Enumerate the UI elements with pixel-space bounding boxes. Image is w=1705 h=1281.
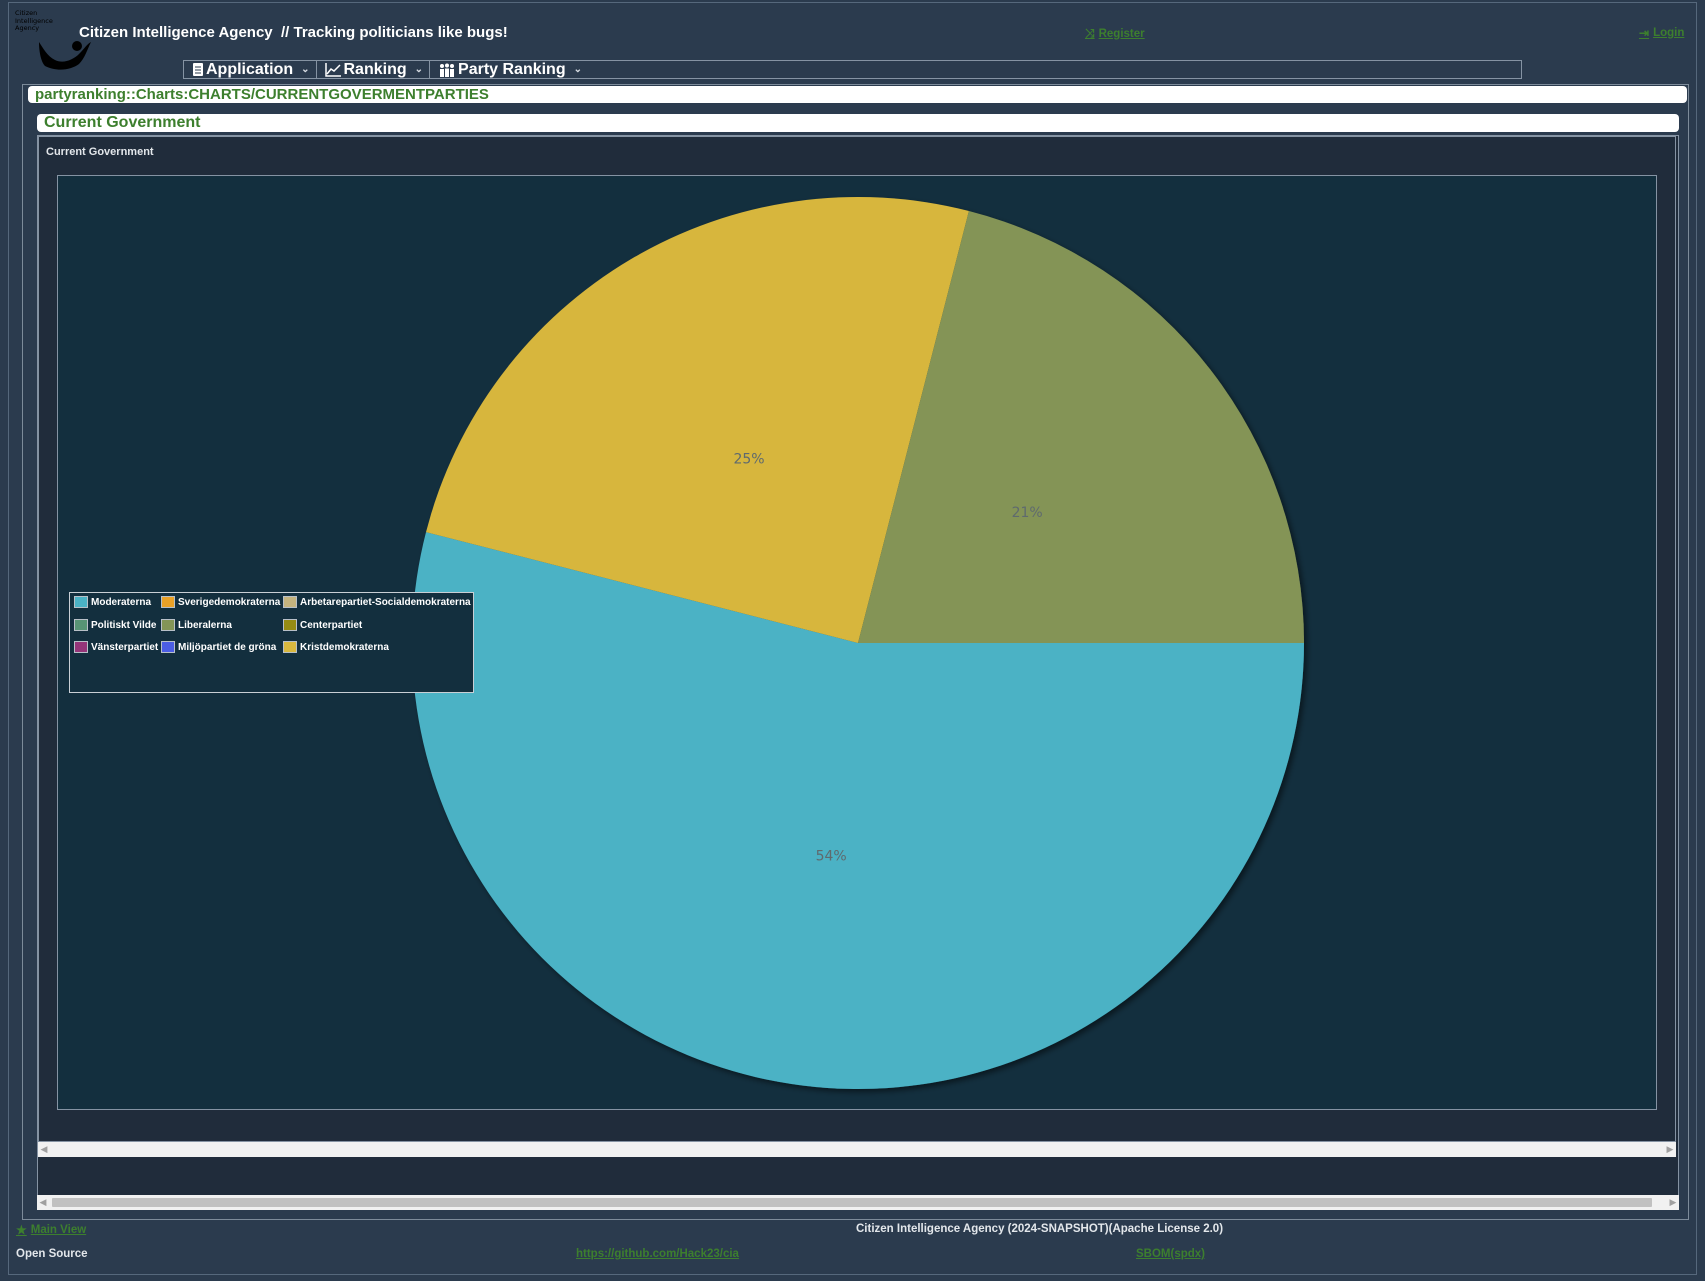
legend-label: Politiskt Vilde [91,619,157,631]
pie-slice-label: 25% [733,452,764,468]
register-link[interactable]: ⤨ Register [1085,26,1145,41]
star-icon: ★ [16,1223,27,1237]
legend-swatch [283,596,297,608]
pie-slice-label: 54% [816,848,847,864]
chart-legend: Moderaterna Sverigedemokraterna Arbetarepa… [69,592,474,693]
legend-item[interactable]: Sverigedemokraterna [161,596,280,608]
legend-item[interactable]: Vänsterpartiet [74,641,158,653]
legend-label: Centerpartiet [300,619,363,631]
legend-swatch [74,641,88,653]
breadcrumb: partyranking::Charts:CHARTS/CURRENTGOVER… [28,86,1687,103]
legend-item[interactable]: Arbetarepartiet-Socialdemokraterna [283,596,471,608]
legend-label: Moderaterna [91,596,152,608]
group-icon [440,63,455,77]
menu-ranking-label: Ranking [343,60,407,78]
chart-caption: Current Government [46,146,154,158]
line-chart-icon [324,62,341,77]
chevron-down-icon: ⌄ [573,64,582,75]
menu-party-ranking[interactable]: Party Ranking ⌄ [430,61,588,78]
register-label: Register [1098,27,1145,40]
sbom-link[interactable]: SBOM(spdx) [1136,1248,1205,1260]
legend-swatch [161,596,175,608]
pie-slice-label: 21% [1012,505,1043,521]
main-view-link[interactable]: ★ Main View [16,1223,86,1237]
legend-swatch [283,641,297,653]
legend-label: Vänsterpartiet [91,641,159,653]
chart-horizontal-scrollbar[interactable]: ◀ ▶ [38,1142,1676,1157]
github-link[interactable]: https://github.com/Hack23/cia [576,1248,739,1260]
logo-text: Citizen Intelligence Agency [15,9,53,32]
app-title: Citizen Intelligence Agency // Tracking … [79,24,508,41]
menu-application-label: Application [206,60,294,78]
legend-label: Sverigedemokraterna [178,596,281,608]
legend-item[interactable]: Liberalerna [161,619,232,631]
legend-swatch [161,619,175,631]
legend-label: Liberalerna [178,619,232,631]
legend-swatch [74,596,88,608]
legend-swatch [283,619,297,631]
scrollbar-thumb[interactable] [52,1198,1652,1207]
shuffle-icon: ⤨ [1085,26,1095,40]
sbom-link-label: SBOM(spdx) [1136,1248,1205,1260]
scroll-left-icon[interactable]: ◀ [37,1195,49,1210]
legend-item[interactable]: Miljöpartiet de gröna [161,641,276,653]
github-link-label: https://github.com/Hack23/cia [576,1248,739,1260]
login-label: Login [1653,27,1685,39]
scroll-right-icon[interactable]: ▶ [1664,1142,1676,1157]
document-icon [193,63,203,76]
sign-in-icon: ⇥ [1639,26,1650,40]
legend-item[interactable]: Kristdemokraterna [283,641,389,653]
login-link[interactable]: ⇥ Login [1639,26,1684,40]
menu-application[interactable]: Application ⌄ [184,61,317,78]
menu-party-ranking-label: Party Ranking [458,60,566,78]
legend-item[interactable]: Moderaterna [74,596,151,608]
chevron-down-icon: ⌄ [301,64,310,75]
legend-swatch [161,641,175,653]
version-text: Citizen Intelligence Agency (2024-SNAPSH… [856,1223,1224,1235]
legend-label: Kristdemokraterna [300,641,389,653]
cia-logo-icon [39,41,91,70]
main-view-label: Main View [30,1224,87,1236]
scroll-left-icon[interactable]: ◀ [38,1142,50,1157]
cia-logo[interactable]: Citizen Intelligence Agency [15,9,91,70]
legend-item[interactable]: Politiskt Vilde [74,619,156,631]
chevron-down-icon: ⌄ [414,64,424,75]
scroll-right-icon[interactable]: ▶ [1667,1195,1679,1210]
menu-ranking[interactable]: Ranking ⌄ [317,61,431,78]
legend-label: Arbetarepartiet-Socialdemokraterna [300,596,471,608]
legend-item[interactable]: Centerpartiet [283,619,362,631]
panel-caption: Current Government [37,114,1679,132]
legend-swatch [74,619,88,631]
panel-horizontal-scrollbar[interactable]: ◀ ▶ [37,1195,1679,1210]
open-source-label: Open Source [16,1248,88,1260]
legend-label: Miljöpartiet de gröna [178,641,277,653]
main-menu-bar: Application ⌄ Ranking ⌄ Party Ranking ⌄ [183,60,1522,79]
